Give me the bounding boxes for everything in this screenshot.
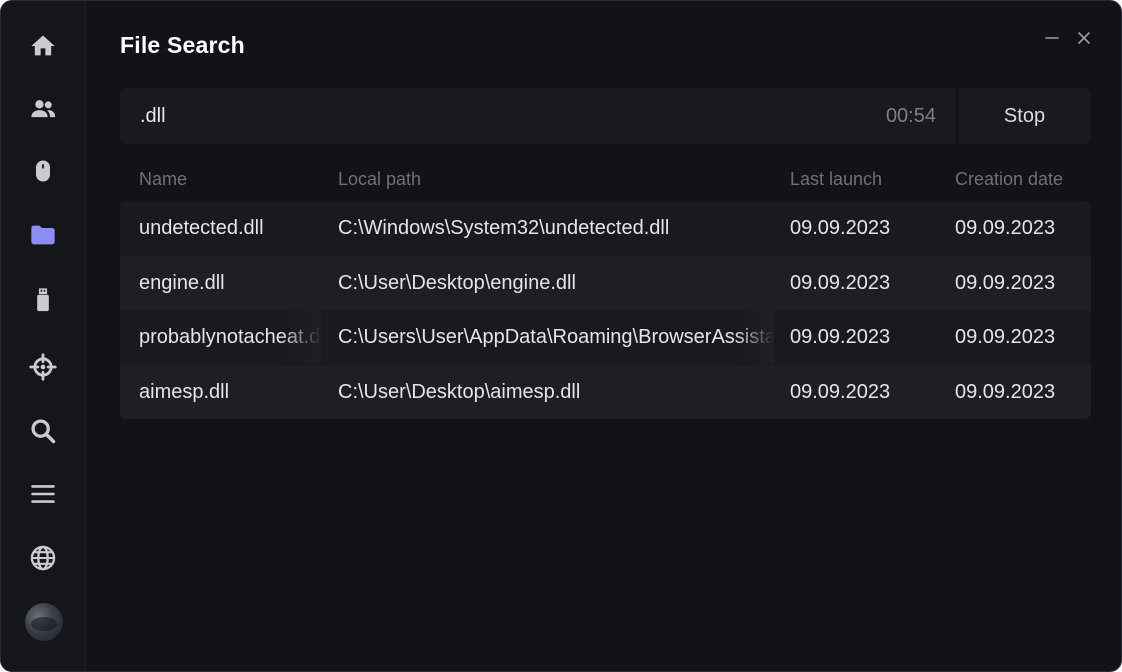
folder-icon [31, 225, 55, 245]
cell-path: C:\User\Desktop\aimesp.dll [338, 380, 581, 403]
cell-last-launch: 09.09.2023 [790, 326, 891, 348]
table-row[interactable]: engine.dll C:\User\Desktop\engine.dll 09… [120, 255, 1091, 310]
app-window: File Search 00:54 Stop Name Local path L… [0, 0, 1122, 672]
minimize-icon [1045, 37, 1059, 39]
column-header-last-launch[interactable]: Last launch [790, 169, 882, 190]
column-header-name[interactable]: Name [139, 169, 187, 190]
minimize-button[interactable] [1041, 27, 1063, 49]
sidebar-item-globe[interactable] [21, 536, 65, 580]
table-header: Name Local path Last launch Creation dat… [120, 161, 1091, 201]
sidebar-item-list[interactable] [21, 472, 65, 516]
search-bar: 00:54 [120, 88, 956, 144]
cell-name: aimesp.dll [139, 380, 230, 403]
sidebar-item-users[interactable] [21, 87, 65, 131]
cell-path: C:\User\Desktop\engine.dll [338, 271, 576, 294]
cell-name: probablynotacheat.dll [139, 310, 321, 364]
users-icon [31, 100, 56, 118]
crosshair-icon [29, 353, 57, 381]
table-row[interactable]: probablynotacheat.dll C:\Users\User\AppD… [120, 310, 1091, 365]
sidebar-item-usb[interactable] [21, 278, 65, 322]
cell-name: undetected.dll [139, 217, 264, 239]
globe-icon [30, 545, 56, 571]
list-icon [31, 485, 55, 503]
cell-creation-date: 09.09.2023 [955, 271, 1056, 294]
cell-name: engine.dll [139, 271, 225, 294]
cell-path: C:\Windows\System32\undetected.dll [338, 217, 670, 239]
search-input[interactable] [140, 88, 840, 144]
avatar[interactable] [25, 603, 63, 641]
page-title: File Search [120, 32, 245, 58]
column-header-local-path[interactable]: Local path [338, 169, 421, 190]
search-icon [31, 419, 56, 444]
cell-creation-date: 09.09.2023 [955, 380, 1056, 403]
usb-drive-icon [37, 288, 49, 312]
sidebar [1, 1, 86, 671]
home-icon [31, 35, 55, 56]
cell-creation-date: 09.09.2023 [955, 217, 1056, 239]
table-row[interactable]: undetected.dll C:\Windows\System32\undet… [120, 201, 1091, 256]
results-table: Name Local path Last launch Creation dat… [120, 161, 1091, 419]
close-icon [1078, 32, 1090, 44]
sidebar-item-folder[interactable] [21, 213, 65, 257]
mouse-icon [36, 160, 50, 182]
cell-last-launch: 09.09.2023 [790, 380, 891, 403]
cell-path: C:\Users\User\AppData\Roaming\BrowserAss… [338, 310, 774, 364]
sidebar-item-mouse[interactable] [21, 149, 65, 193]
cell-last-launch: 09.09.2023 [790, 271, 891, 294]
sidebar-item-crosshair[interactable] [21, 345, 65, 389]
column-header-creation-date[interactable]: Creation date [955, 169, 1063, 190]
sidebar-item-home[interactable] [21, 24, 65, 68]
search-timer: 00:54 [885, 105, 936, 127]
table-row[interactable]: aimesp.dll C:\User\Desktop\aimesp.dll 09… [120, 364, 1091, 419]
stop-button[interactable]: Stop [958, 88, 1091, 144]
cell-creation-date: 09.09.2023 [955, 326, 1056, 348]
close-button[interactable] [1073, 27, 1095, 49]
sidebar-item-search[interactable] [21, 409, 65, 453]
cell-last-launch: 09.09.2023 [790, 217, 891, 239]
